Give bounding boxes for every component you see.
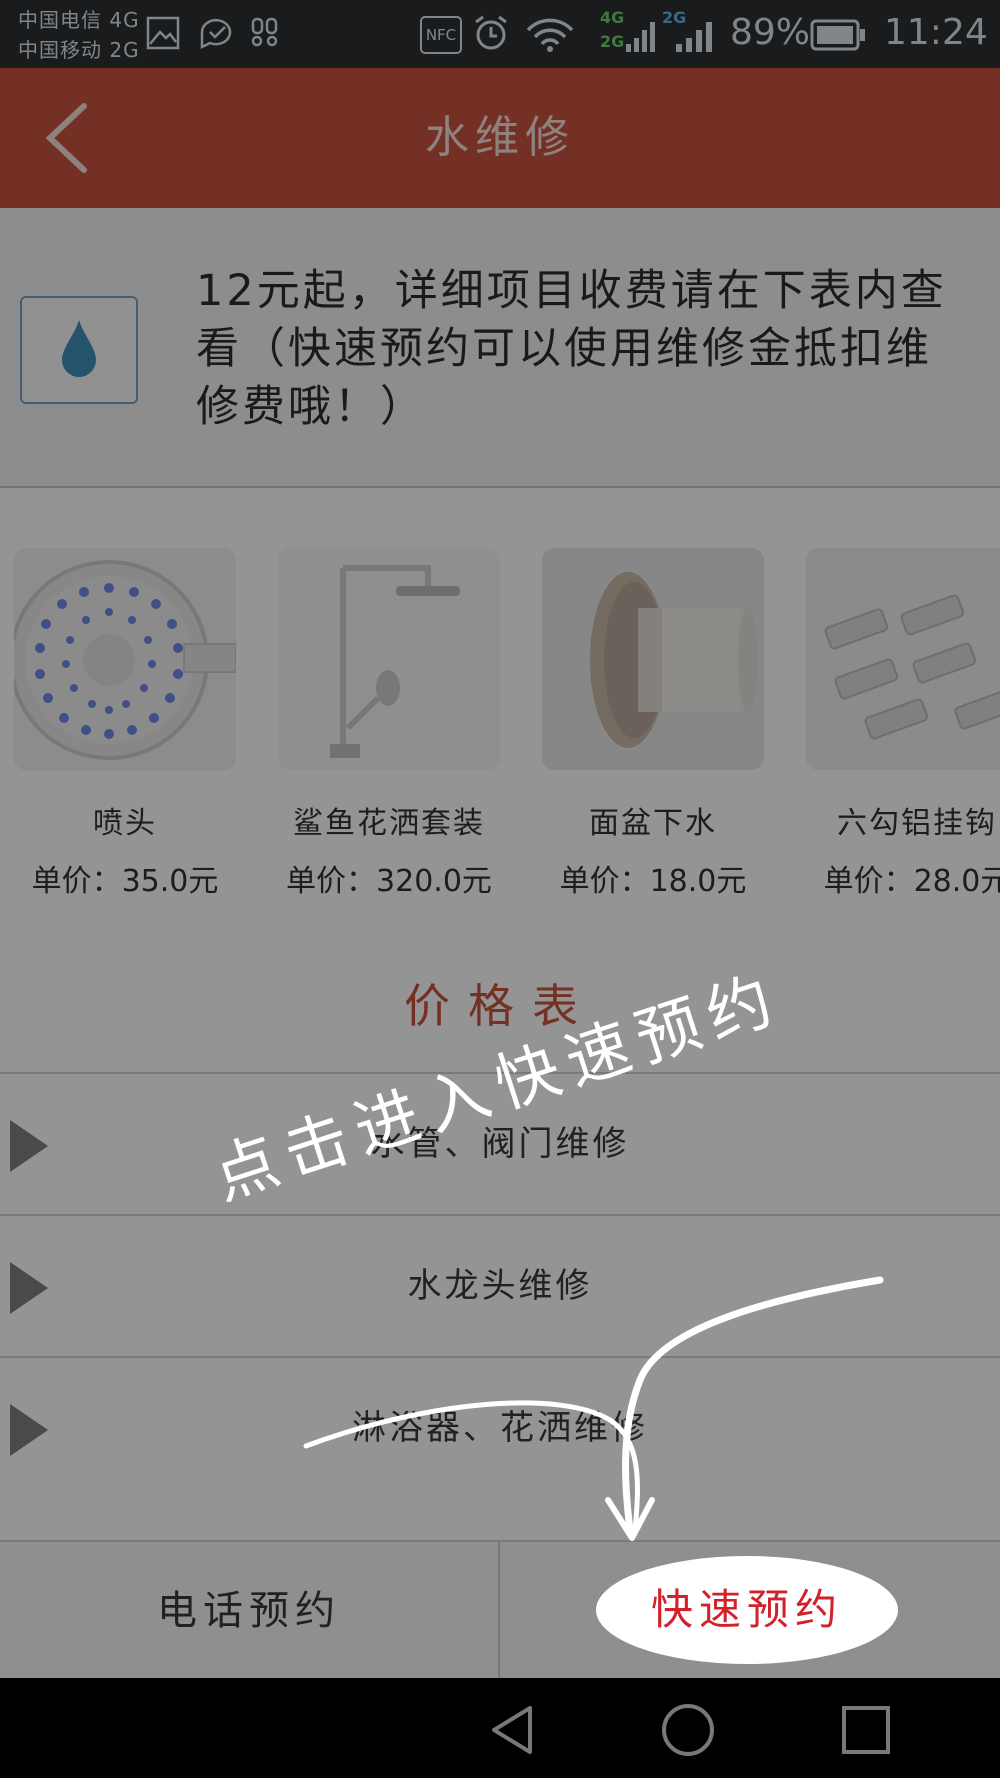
quick-booking-button[interactable]: 快速预约 bbox=[596, 1556, 898, 1664]
guide-arrow-icon bbox=[303, 1276, 884, 1541]
